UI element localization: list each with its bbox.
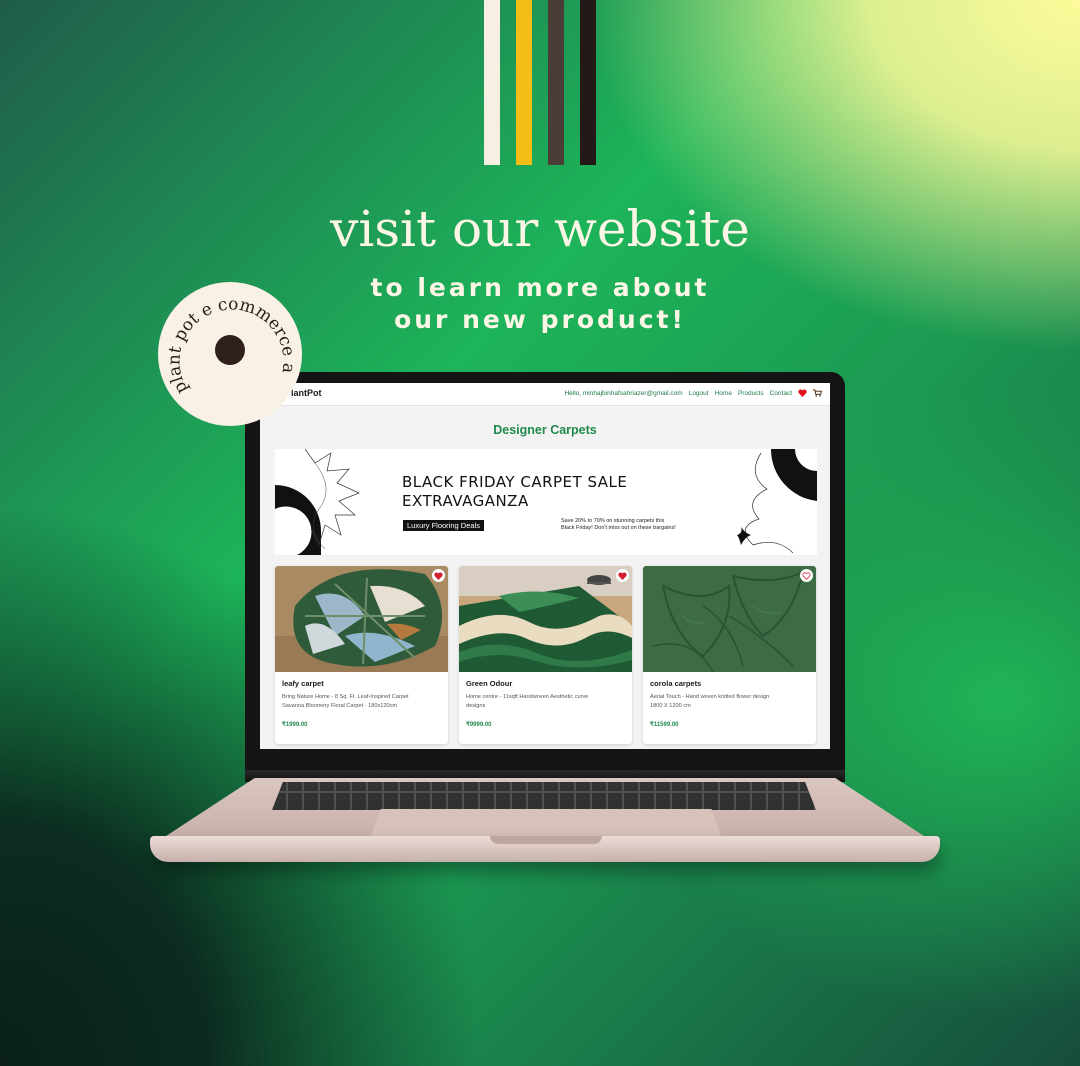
product-price: ₹9999.00 [466,722,492,728]
product-description-line-2: Savanna Bloomery Floral Carpet - 180x120… [282,703,398,709]
product-image-green-odour[interactable] [459,566,632,672]
stripe-dark [580,0,596,165]
product-price: ₹11599.00 [650,722,679,728]
page-title: Designer Carpets [493,423,597,437]
product-grid: leafy carpet Bring Nature Home - 8 Sq. F… [275,566,817,746]
banner-note-line-1: Save 20% to 70% on stunning carpets this [561,518,665,524]
cart-icon[interactable] [813,389,822,397]
product-description-line-2: designs [466,703,486,709]
laptop-keyboard [272,782,816,810]
product-card[interactable]: leafy carpet Bring Nature Home - 8 Sq. F… [275,566,448,744]
badge-circular-text: plant pot e commerce app [158,282,299,397]
product-description-line-1: Home centre - 11sqft Handwoven Aesthetic… [466,694,589,700]
sparkle-icon [737,527,751,545]
heart-icon[interactable] [798,389,807,397]
product-name[interactable]: corola carpets [650,679,701,688]
nav-greeting: Hello, minhajbinhafsahriazer@gmail.com [564,389,683,397]
product-image-leafy-carpet[interactable] [275,566,448,672]
laptop-touchpad [370,809,722,839]
heart-outline-icon [802,571,811,580]
product-description-line-1: Aerial Touch - Hand woven knitted flower… [650,694,770,700]
promo-headline: visit our website [330,200,750,258]
product-description-line-2: 1800 X 1200 cm [650,703,691,709]
product-name[interactable]: Green Odour [466,679,512,688]
banner-note-line-2: Black Friday! Don't miss out on these ba… [561,525,676,531]
nav-link-home[interactable]: Home [715,390,732,397]
product-price: ₹1999.00 [282,722,308,728]
sale-banner[interactable]: BLACK FRIDAY CARPET SALE EXTRAVAGANZA Lu… [275,449,817,555]
banner-decor-right [737,449,817,554]
nav-link-contact[interactable]: Contact [770,390,792,397]
stripe-brown [548,0,564,165]
nav-link-logout[interactable]: Logout [689,390,709,397]
banner-title-line-1: BLACK FRIDAY CARPET SALE [402,473,628,491]
favorite-button[interactable] [616,569,629,582]
banner-title: BLACK FRIDAY CARPET SALE EXTRAVAGANZA [402,473,627,511]
product-description: Aerial Touch - Hand woven knitted flower… [650,693,812,711]
banner-tag: Luxury Flooring Deals [403,520,484,531]
laptop-notch [490,836,602,844]
nav-links: Hello, minhajbinhafsahriazer@gmail.com L… [564,389,822,397]
laptop-screen: PlantPot Hello, minhajbinhafsahriazer@gm… [260,383,830,749]
product-image-corola-carpets[interactable] [643,566,816,672]
badge-dot-icon [215,335,245,365]
product-description: Bring Nature Home - 8 Sq. Ft. Leaf-Inspi… [282,693,444,711]
site-navbar: PlantPot Hello, minhajbinhafsahriazer@gm… [260,383,830,406]
banner-note: Save 20% to 70% on stunning carpets this… [561,518,711,532]
banner-title-line-2: EXTRAVAGANZA [402,492,529,510]
heart-filled-icon [618,571,627,580]
promo-badge: plant pot e commerce app [158,282,302,426]
favorite-button[interactable] [800,569,813,582]
product-description-line-1: Bring Nature Home - 8 Sq. Ft. Leaf-Inspi… [282,694,409,700]
banner-decor-left [275,449,360,555]
stripe-cream [484,0,500,165]
stripe-yellow [516,0,532,165]
favorite-button[interactable] [432,569,445,582]
product-card[interactable]: corola carpets Aerial Touch - Hand woven… [643,566,816,744]
heart-filled-icon [434,571,443,580]
product-card[interactable]: Green Odour Home centre - 11sqft Handwov… [459,566,632,744]
nav-link-products[interactable]: Products [738,390,764,397]
product-name[interactable]: leafy carpet [282,679,324,688]
product-description: Home centre - 11sqft Handwoven Aesthetic… [466,693,628,711]
